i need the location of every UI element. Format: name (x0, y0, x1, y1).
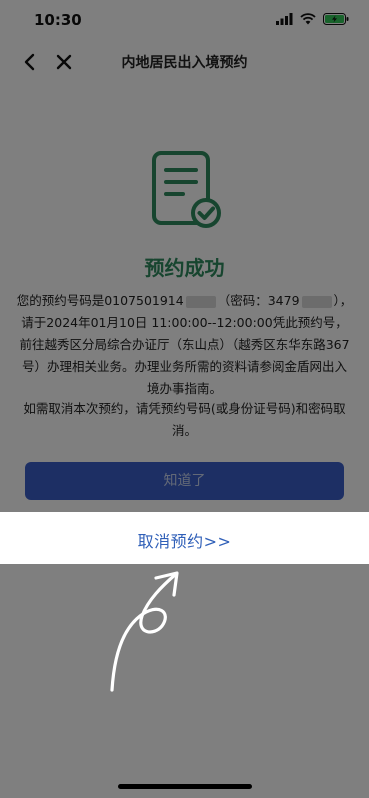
cancel-appointment-link[interactable]: 取消预约>> (0, 528, 369, 552)
wifi-icon (300, 13, 316, 25)
ok-button[interactable]: 知道了 (25, 462, 344, 500)
appointment-number-text: 您的预约号码是0107501914 (16, 293, 184, 308)
appointment-detail: 您的预约号码是0107501914 （密码：3479 ），请于2024年01月10日… (16, 290, 353, 400)
page-title: 内地居民出入境预约 (121, 55, 248, 71)
cancel-note: 如需取消本次预约，请凭预约号码(或身份证号码)和密码取消。 (23, 401, 346, 438)
home-indicator (118, 784, 252, 789)
document-check-icon (152, 151, 221, 228)
status-time: 10:30 (34, 11, 82, 29)
masked-password (301, 295, 332, 308)
nav-bar: 内地居民出入境预约 (0, 42, 369, 80)
success-title: 预约成功 (144, 256, 225, 280)
password-text: （密码：3479 (217, 293, 300, 308)
cellular-signal-icon (276, 13, 293, 25)
status-icons (276, 13, 349, 25)
appointment-instructions: ），请于2024年01月10日 11:00:00--12:00:00凭此预约号，… (19, 293, 353, 396)
hand-drawn-arrow-icon (110, 571, 179, 692)
battery-charging-icon (323, 13, 349, 25)
masked-number (185, 295, 216, 308)
status-bar: 10:30 (0, 0, 369, 42)
